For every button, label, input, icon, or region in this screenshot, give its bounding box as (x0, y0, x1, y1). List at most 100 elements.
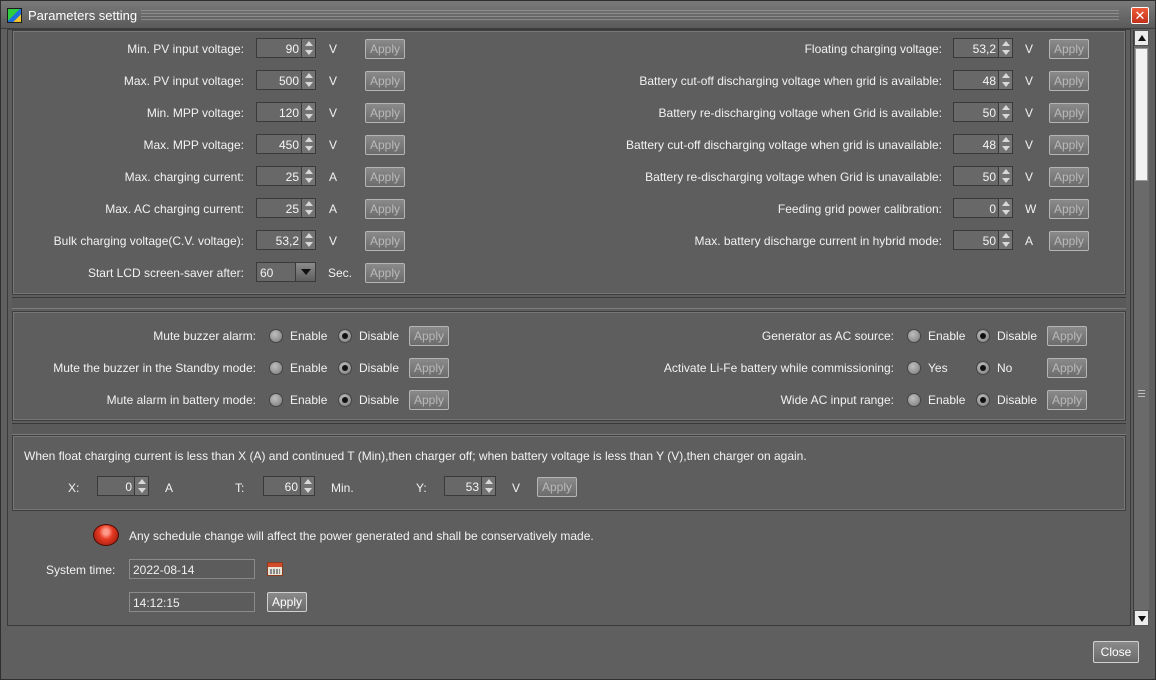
max-mpp-voltage-apply-button[interactable]: Apply (365, 135, 405, 155)
cutoff-grid-available-stepper[interactable]: 48 (953, 70, 1013, 90)
close-button[interactable]: Close (1093, 641, 1139, 663)
lifepo-no-radio[interactable] (976, 361, 990, 375)
wide-ac-disable-radio[interactable] (976, 393, 990, 407)
generator-disable-radio[interactable] (976, 329, 990, 343)
scroll-up-icon[interactable] (1134, 30, 1149, 46)
max-charging-current-apply-button[interactable]: Apply (365, 167, 405, 187)
close-icon[interactable]: ✕ (1131, 7, 1149, 24)
min-pv-voltage-apply-button[interactable]: Apply (365, 39, 405, 59)
stepper-value: 0 (989, 202, 996, 216)
screensaver-select[interactable]: 60 (256, 262, 316, 282)
min-mpp-voltage-apply-button[interactable]: Apply (365, 103, 405, 123)
spin-arrows-icon[interactable] (300, 477, 314, 495)
min-mpp-voltage-stepper[interactable]: 120 (256, 102, 316, 122)
spin-arrows-icon[interactable] (998, 199, 1012, 217)
radio-label: Disable (359, 393, 400, 407)
title-bar[interactable]: Parameters setting ✕ (1, 1, 1155, 29)
floating-charging-voltage-apply-button[interactable]: Apply (1049, 39, 1089, 59)
title-grip (141, 10, 1119, 20)
max-charging-current-stepper[interactable]: 25 (256, 166, 316, 186)
spin-arrows-icon[interactable] (998, 39, 1012, 57)
hybrid-discharge-current-stepper[interactable]: 50 (953, 230, 1013, 250)
unit-label: A (329, 170, 338, 184)
spin-arrows-icon[interactable] (301, 167, 315, 185)
cutoff-grid-available-apply-button[interactable]: Apply (1049, 71, 1089, 91)
hybrid-discharge-current-apply-button[interactable]: Apply (1049, 231, 1089, 251)
time-field[interactable]: 14:12:15 (129, 592, 255, 612)
x-label: X: (68, 481, 80, 495)
mute-battery-enable-radio[interactable] (269, 393, 283, 407)
select-value: 60 (260, 266, 274, 280)
grid-power-calibration-apply-button[interactable]: Apply (1049, 199, 1089, 219)
unit-label: V (329, 106, 338, 120)
scroll-thumb[interactable] (1135, 48, 1148, 181)
mute-standby-disable-radio[interactable] (338, 361, 352, 375)
y-stepper[interactable]: 53 (444, 476, 496, 496)
screensaver-apply-button[interactable]: Apply (365, 263, 405, 283)
cutoff-grid-unavailable-stepper[interactable]: 48 (953, 134, 1013, 154)
calendar-icon[interactable] (267, 562, 283, 576)
t-stepper[interactable]: 60 (263, 476, 315, 496)
mute-buzzer-enable-radio[interactable] (269, 329, 283, 343)
float-charge-apply-button[interactable]: Apply (537, 477, 577, 497)
generator-enable-radio[interactable] (907, 329, 921, 343)
stepper-value: 25 (285, 202, 299, 216)
unit-label: A (329, 202, 338, 216)
spin-arrows-icon[interactable] (998, 103, 1012, 121)
floating-charging-voltage-stepper[interactable]: 53,2 (953, 38, 1013, 58)
stepper-value: 90 (285, 42, 299, 56)
chevron-down-icon[interactable] (295, 263, 315, 281)
grid-power-calibration-stepper[interactable]: 0 (953, 198, 1013, 218)
generator-apply-button[interactable]: Apply (1047, 326, 1087, 346)
spin-arrows-icon[interactable] (481, 477, 495, 495)
voltage-left-label: Bulk charging voltage(C.V. voltage): (53, 234, 244, 248)
min-pv-voltage-stepper[interactable]: 90 (256, 38, 316, 58)
spin-arrows-icon[interactable] (301, 71, 315, 89)
parameters-window: Parameters setting ✕ Min. PV input volta… (0, 0, 1156, 680)
max-pv-voltage-apply-button[interactable]: Apply (365, 71, 405, 91)
stepper-value: 53,2 (972, 42, 996, 56)
mute-standby-enable-radio[interactable] (269, 361, 283, 375)
spin-arrows-icon[interactable] (998, 167, 1012, 185)
mute-standby-apply-button[interactable]: Apply (409, 358, 449, 378)
x-stepper[interactable]: 0 (97, 476, 149, 496)
spin-arrows-icon[interactable] (134, 477, 148, 495)
redischarge-grid-available-apply-button[interactable]: Apply (1049, 103, 1089, 123)
system-time-apply-button[interactable]: Apply (267, 592, 307, 612)
wide-ac-apply-button[interactable]: Apply (1047, 390, 1087, 410)
spin-arrows-icon[interactable] (998, 71, 1012, 89)
voltage-right-label: Battery cut-off discharging voltage when… (639, 74, 942, 88)
redischarge-grid-unavailable-apply-button[interactable]: Apply (1049, 167, 1089, 187)
max-pv-voltage-stepper[interactable]: 500 (256, 70, 316, 90)
mute-buzzer-disable-radio[interactable] (338, 329, 352, 343)
spin-arrows-icon[interactable] (998, 231, 1012, 249)
radio-label: Yes (928, 361, 948, 375)
radio-label: Disable (997, 393, 1038, 407)
lifepo-apply-button[interactable]: Apply (1047, 358, 1087, 378)
scroll-down-icon[interactable] (1134, 610, 1149, 626)
toggle-label: Generator as AC source: (761, 329, 894, 343)
wide-ac-enable-radio[interactable] (907, 393, 921, 407)
mute-buzzer-apply-button[interactable]: Apply (409, 326, 449, 346)
cutoff-grid-unavailable-apply-button[interactable]: Apply (1049, 135, 1089, 155)
bulk-charging-voltage-apply-button[interactable]: Apply (365, 231, 405, 251)
date-field[interactable]: 2022-08-14 (129, 559, 255, 579)
max-ac-charging-current-stepper[interactable]: 25 (256, 198, 316, 218)
spin-arrows-icon[interactable] (301, 103, 315, 121)
float-charge-section (12, 435, 1126, 511)
spin-arrows-icon[interactable] (301, 231, 315, 249)
redischarge-grid-available-stepper[interactable]: 50 (953, 102, 1013, 122)
mute-battery-apply-button[interactable]: Apply (409, 390, 449, 410)
spin-arrows-icon[interactable] (301, 199, 315, 217)
max-ac-charging-current-apply-button[interactable]: Apply (365, 199, 405, 219)
spin-arrows-icon[interactable] (301, 39, 315, 57)
lifepo-yes-radio[interactable] (907, 361, 921, 375)
spin-arrows-icon[interactable] (301, 135, 315, 153)
bulk-charging-voltage-stepper[interactable]: 53,2 (256, 230, 316, 250)
vertical-scrollbar[interactable] (1133, 30, 1149, 626)
spin-arrows-icon[interactable] (998, 135, 1012, 153)
max-mpp-voltage-stepper[interactable]: 450 (256, 134, 316, 154)
unit-label: V (1025, 138, 1034, 152)
mute-battery-disable-radio[interactable] (338, 393, 352, 407)
redischarge-grid-unavailable-stepper[interactable]: 50 (953, 166, 1013, 186)
